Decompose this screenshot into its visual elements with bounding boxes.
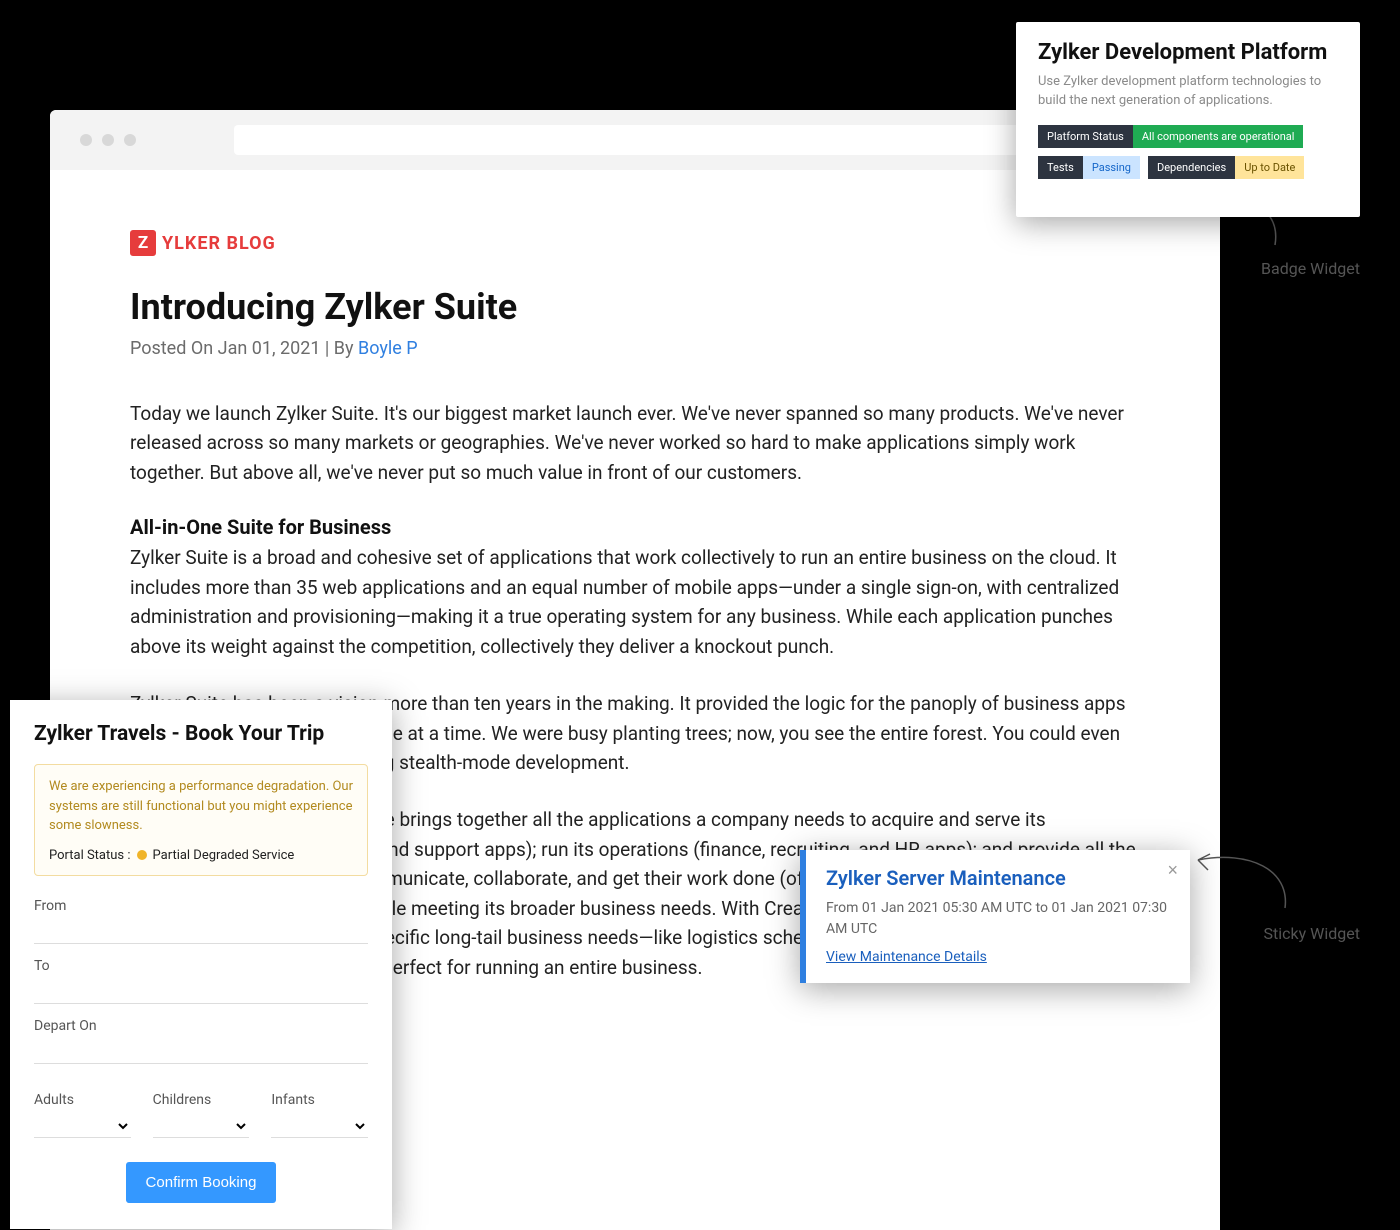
to-input[interactable] — [34, 980, 368, 1004]
post-paragraph: Zylker Suite is a broad and cohesive set… — [130, 543, 1140, 661]
travels-title: Zylker Travels - Book Your Trip — [34, 722, 368, 746]
adults-label: Adults — [34, 1092, 131, 1108]
sticky-title: Zylker Server Maintenance — [826, 866, 1170, 890]
badge-value: All components are operational — [1133, 125, 1304, 148]
dev-card-title: Zylker Development Platform — [1038, 40, 1338, 65]
badge-label: Platform Status — [1038, 125, 1133, 148]
brand-logo-icon: Z — [130, 230, 156, 256]
status-note: We are experiencing a performance degrad… — [34, 764, 368, 876]
sticky-time: From 01 Jan 2021 05:30 AM UTC to 01 Jan … — [826, 898, 1170, 940]
status-badge: TestsPassing — [1038, 156, 1140, 179]
traffic-light-minimize[interactable] — [102, 134, 114, 146]
travels-card: Zylker Travels - Book Your Trip We are e… — [10, 700, 392, 1229]
from-input[interactable] — [34, 920, 368, 944]
depart-label: Depart On — [34, 1018, 368, 1034]
confirm-booking-button[interactable]: Confirm Booking — [126, 1162, 277, 1203]
section-heading: All-in-One Suite for Business — [130, 515, 1140, 539]
status-badge: DependenciesUp to Date — [1148, 156, 1304, 179]
depart-input[interactable] — [34, 1040, 368, 1064]
infants-label: Infants — [271, 1092, 368, 1108]
children-select[interactable] — [153, 1114, 250, 1138]
blog-brand: Z YLKER BLOG — [130, 230, 1140, 256]
status-dot-icon — [137, 850, 147, 860]
annotation-label: Badge Widget — [1190, 259, 1360, 278]
post-meta: Posted On Jan 01, 2021 | By Boyle P — [130, 338, 1140, 359]
passenger-row: Adults Childrens Infants — [34, 1078, 368, 1138]
post-title: Introducing Zylker Suite — [130, 286, 1140, 328]
badge-label: Tests — [1038, 156, 1083, 179]
from-label: From — [34, 898, 368, 914]
status-badge: Platform StatusAll components are operat… — [1038, 125, 1303, 148]
sticky-card: × Zylker Server Maintenance From 01 Jan … — [800, 850, 1190, 983]
dev-platform-card: Zylker Development Platform Use Zylker d… — [1016, 22, 1360, 217]
adults-select[interactable] — [34, 1114, 131, 1138]
dev-card-description: Use Zylker development platform technolo… — [1038, 73, 1338, 111]
status-line: Portal Status : Partial Degraded Service — [49, 848, 353, 863]
view-details-link[interactable]: View Maintenance Details — [826, 949, 987, 965]
badge-value: Passing — [1083, 156, 1140, 179]
to-label: To — [34, 958, 368, 974]
badge-value: Up to Date — [1235, 156, 1304, 179]
badge-label: Dependencies — [1148, 156, 1235, 179]
annotation-label: Sticky Widget — [1190, 924, 1360, 943]
badge-row: Platform StatusAll components are operat… — [1038, 125, 1338, 187]
traffic-lights — [80, 134, 136, 146]
traffic-light-zoom[interactable] — [124, 134, 136, 146]
status-label: Portal Status : — [49, 848, 131, 863]
status-value: Partial Degraded Service — [153, 848, 295, 863]
post-paragraph: Today we launch Zylker Suite. It's our b… — [130, 399, 1140, 487]
brand-text: YLKER BLOG — [162, 233, 276, 254]
children-label: Childrens — [153, 1092, 250, 1108]
status-message: We are experiencing a performance degrad… — [49, 777, 353, 836]
infants-select[interactable] — [271, 1114, 368, 1138]
annotation-sticky-widget: Sticky Widget — [1190, 840, 1360, 943]
close-icon[interactable]: × — [1167, 860, 1178, 881]
arrow-icon — [1190, 840, 1300, 918]
post-author-link[interactable]: Boyle P — [358, 338, 418, 359]
traffic-light-close[interactable] — [80, 134, 92, 146]
post-meta-prefix: Posted On Jan 01, 2021 | By — [130, 338, 358, 359]
